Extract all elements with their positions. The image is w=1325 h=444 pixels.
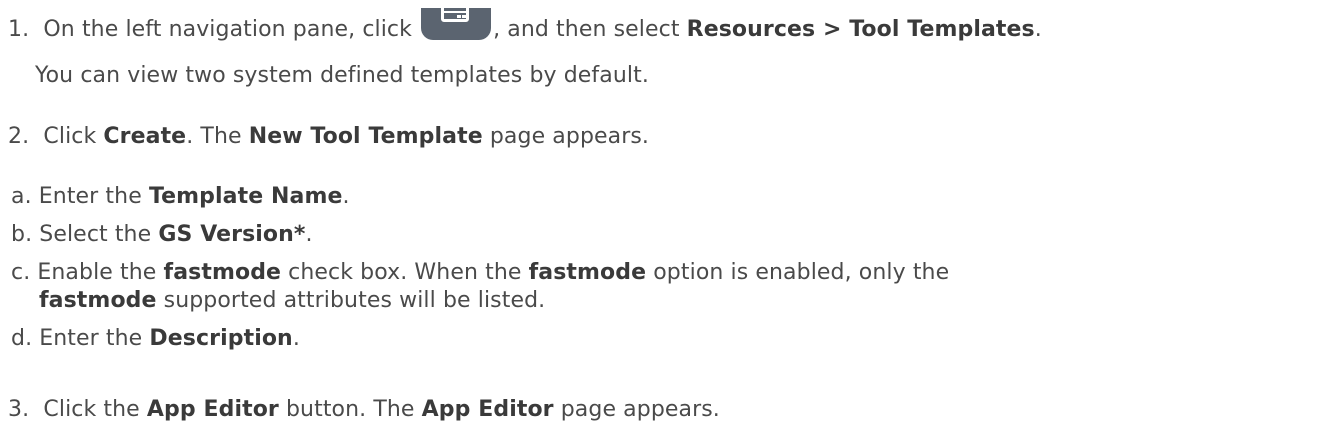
step-number: c. xyxy=(11,260,31,285)
step-number: b. xyxy=(11,222,33,247)
step-number: 3. xyxy=(8,397,30,422)
step-text: , and then select xyxy=(493,17,680,42)
step-text: Enter the xyxy=(39,326,143,351)
template-name-label: Template Name xyxy=(148,184,343,209)
step-text: Click the xyxy=(43,397,140,422)
step-text: On the left navigation pane, click xyxy=(43,17,412,42)
step-text: Select the xyxy=(39,222,152,247)
step-3: 3. Click the App Editor button. The App … xyxy=(8,395,720,425)
step-1-note: You can view two system defined template… xyxy=(35,61,649,91)
step-text: Enter the xyxy=(38,184,142,209)
step-text: . xyxy=(305,222,313,247)
fastmode-label: fastmode xyxy=(528,260,647,285)
gs-version-label: GS Version* xyxy=(158,222,306,247)
step-number: 2. xyxy=(8,124,30,149)
step-text: . xyxy=(292,326,300,351)
step-text: . xyxy=(342,184,350,209)
step-text: . The xyxy=(186,124,242,149)
substep-a: a. Enter the Template Name. xyxy=(11,182,350,212)
step-text: page appears. xyxy=(489,124,650,149)
new-tool-template-label: New Tool Template xyxy=(248,124,483,149)
step-text: . xyxy=(1034,17,1042,42)
app-editor-label: App Editor xyxy=(421,397,554,422)
server-panel-icon xyxy=(421,8,492,42)
description-label: Description xyxy=(149,326,293,351)
step-text: Click xyxy=(43,124,97,149)
menu-path: Resources > Tool Templates xyxy=(686,17,1035,42)
step-number: d. xyxy=(11,326,33,351)
substep-b: b. Select the GS Version*. xyxy=(11,220,313,250)
substep-c: c. Enable the fastmode check box. When t… xyxy=(11,258,949,288)
step-text: check box. When the xyxy=(288,260,522,285)
app-editor-label: App Editor xyxy=(146,397,279,422)
substep-d: d. Enter the Description. xyxy=(11,324,300,354)
step-number: a. xyxy=(11,184,32,209)
step-text: page appears. xyxy=(560,397,720,422)
create-label: Create xyxy=(103,124,187,149)
substep-c-continued: fastmode supported attributes will be li… xyxy=(39,286,545,316)
step-text: button. The xyxy=(285,397,415,422)
step-text: Enable the xyxy=(37,260,157,285)
step-text: supported attributes will be listed. xyxy=(163,288,546,313)
step-number: 1. xyxy=(8,17,30,42)
step-1: 1. On the left navigation pane, click , … xyxy=(8,8,1042,45)
fastmode-label: fastmode xyxy=(39,288,157,313)
fastmode-label: fastmode xyxy=(163,260,282,285)
note-text: You can view two system defined template… xyxy=(35,63,649,88)
step-2: 2. Click Create. The New Tool Template p… xyxy=(8,122,649,152)
step-text: option is enabled, only the xyxy=(653,260,950,285)
